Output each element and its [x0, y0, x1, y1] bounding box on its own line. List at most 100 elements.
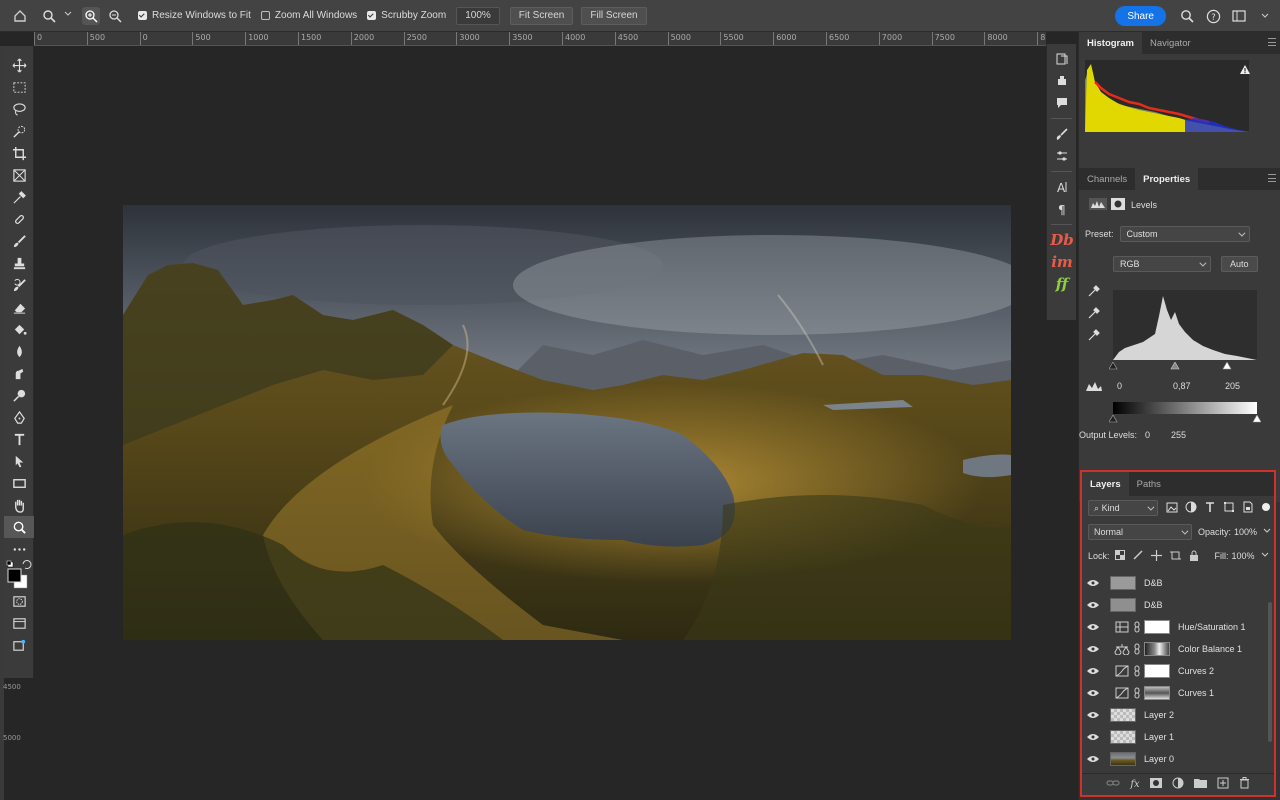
- new-adjustment-icon[interactable]: [1172, 777, 1184, 792]
- layer-row[interactable]: D&B: [1082, 594, 1274, 616]
- zoom-in-icon[interactable]: [82, 6, 100, 25]
- type-icon[interactable]: [4, 428, 34, 450]
- layer-row[interactable]: D&B: [1082, 572, 1274, 594]
- fx-icon[interactable]: fx: [1130, 779, 1139, 790]
- output-black-value[interactable]: 0: [1145, 430, 1150, 440]
- db-plugin-icon[interactable]: Db: [1047, 229, 1077, 251]
- tab-channels[interactable]: Channels: [1079, 168, 1135, 190]
- visibility-eye-icon[interactable]: [1082, 711, 1104, 719]
- visibility-eye-icon[interactable]: [1082, 689, 1104, 697]
- eraser-icon[interactable]: [4, 296, 34, 318]
- quick-select-icon[interactable]: [4, 120, 34, 142]
- new-layer-icon[interactable]: [1217, 777, 1229, 792]
- warning-icon[interactable]: [1239, 64, 1251, 78]
- zoom-value-field[interactable]: 100%: [456, 6, 500, 25]
- history-icon[interactable]: [1047, 48, 1077, 70]
- filter-smart-object-icon[interactable]: [1242, 501, 1254, 515]
- opacity-value[interactable]: 100%: [1234, 527, 1257, 537]
- input-black-value[interactable]: 0: [1117, 381, 1122, 391]
- healing-brush-icon[interactable]: [4, 208, 34, 230]
- auto-button[interactable]: Auto: [1221, 256, 1258, 272]
- blur-icon[interactable]: [4, 340, 34, 362]
- layer-row[interactable]: Curves 2: [1082, 660, 1274, 682]
- marquee-icon[interactable]: [4, 76, 34, 98]
- home-icon[interactable]: [0, 0, 40, 32]
- layer-row[interactable]: Layer 2: [1082, 704, 1274, 726]
- fit-screen-button[interactable]: Fit Screen: [509, 6, 574, 25]
- eyedropper-white-icon[interactable]: [1087, 328, 1101, 345]
- layer-mask-thumbnail[interactable]: [1144, 664, 1170, 678]
- actions-icon[interactable]: [1047, 70, 1077, 92]
- panel-menu-icon[interactable]: [1268, 38, 1276, 46]
- blend-mode-select[interactable]: Normal: [1088, 524, 1192, 540]
- layers-scrollbar[interactable]: [1268, 602, 1272, 742]
- help-icon[interactable]: ?: [1202, 5, 1224, 27]
- preset-select[interactable]: Custom: [1119, 226, 1250, 242]
- layer-row[interactable]: Color Balance 1: [1082, 638, 1274, 660]
- color-swatches[interactable]: [4, 560, 33, 590]
- filter-shape-icon[interactable]: [1223, 501, 1235, 515]
- visibility-eye-icon[interactable]: [1082, 733, 1104, 741]
- visibility-eye-icon[interactable]: [1082, 579, 1104, 587]
- output-white-value[interactable]: 255: [1171, 430, 1186, 440]
- comments-icon[interactable]: [1047, 92, 1077, 114]
- visibility-eye-icon[interactable]: [1082, 667, 1104, 675]
- input-sliders[interactable]: [1108, 361, 1261, 370]
- chevron-down-icon[interactable]: [1261, 551, 1269, 561]
- filter-pixel-icon[interactable]: [1166, 502, 1178, 515]
- visibility-eye-icon[interactable]: [1082, 623, 1104, 631]
- visibility-eye-icon[interactable]: [1082, 601, 1104, 609]
- fill-screen-button[interactable]: Fill Screen: [581, 6, 647, 25]
- lock-pixels-icon[interactable]: [1132, 550, 1143, 562]
- chevron-down-icon[interactable]: [1254, 5, 1276, 27]
- crop-icon[interactable]: [4, 142, 34, 164]
- tab-histogram[interactable]: Histogram: [1079, 32, 1142, 54]
- trash-icon[interactable]: [1239, 777, 1250, 792]
- ff-plugin-icon[interactable]: ff: [1047, 273, 1077, 295]
- document-canvas[interactable]: [34, 46, 1046, 800]
- input-white-value[interactable]: 205: [1225, 381, 1240, 391]
- eyedropper-icon[interactable]: [4, 186, 34, 208]
- zoom-icon[interactable]: [4, 516, 34, 538]
- zoom-all-windows-checkbox[interactable]: Zoom All Windows: [260, 10, 357, 21]
- layer-row[interactable]: Hue/Saturation 1: [1082, 616, 1274, 638]
- resize-windows-checkbox[interactable]: Resize Windows to Fit: [138, 10, 251, 21]
- layer-row[interactable]: Layer 0: [1082, 748, 1274, 770]
- scrubby-zoom-checkbox[interactable]: Scrubby Zoom: [367, 10, 446, 21]
- filter-kind-select[interactable]: ⌕ Kind: [1088, 500, 1158, 516]
- rectangle-icon[interactable]: [4, 472, 34, 494]
- layer-mask-thumbnail[interactable]: [1144, 686, 1170, 700]
- lasso-icon[interactable]: [4, 98, 34, 120]
- paragraph-icon[interactable]: ¶: [1047, 198, 1077, 220]
- clone-stamp-icon[interactable]: [4, 252, 34, 274]
- generative-icon[interactable]: [4, 634, 34, 656]
- im-plugin-icon[interactable]: im: [1047, 251, 1077, 273]
- search-icon[interactable]: [1176, 5, 1198, 27]
- clipping-icon[interactable]: [1085, 380, 1103, 395]
- character-icon[interactable]: A: [1047, 176, 1077, 198]
- filter-adjustment-icon[interactable]: [1185, 501, 1197, 515]
- filter-type-icon[interactable]: [1204, 501, 1216, 515]
- share-button[interactable]: Share: [1115, 6, 1166, 26]
- layer-row[interactable]: Layer 1: [1082, 726, 1274, 748]
- tab-properties[interactable]: Properties: [1135, 168, 1199, 190]
- tab-layers[interactable]: Layers: [1082, 472, 1129, 496]
- eyedropper-gray-icon[interactable]: [1087, 306, 1101, 323]
- screen-mode-icon[interactable]: [4, 612, 34, 634]
- zoom-tool-preset[interactable]: [40, 7, 72, 25]
- brush-icon[interactable]: [4, 230, 34, 252]
- link-icon[interactable]: [1132, 665, 1142, 677]
- layer-mask-thumbnail[interactable]: [1144, 620, 1170, 634]
- dodge-icon[interactable]: [4, 384, 34, 406]
- output-sliders[interactable]: [1108, 414, 1262, 423]
- layer-row[interactable]: Curves 1: [1082, 682, 1274, 704]
- paint-bucket-icon[interactable]: [4, 318, 34, 340]
- lock-transparent-icon[interactable]: [1114, 550, 1125, 562]
- fill-value[interactable]: 100%: [1232, 551, 1255, 561]
- visibility-eye-icon[interactable]: [1082, 645, 1104, 653]
- workspace-icon[interactable]: [1228, 5, 1250, 27]
- adjustments-icon[interactable]: [1047, 145, 1077, 167]
- visibility-eye-icon[interactable]: [1082, 755, 1104, 763]
- link-layers-icon[interactable]: [1106, 778, 1120, 791]
- frame-icon[interactable]: [4, 164, 34, 186]
